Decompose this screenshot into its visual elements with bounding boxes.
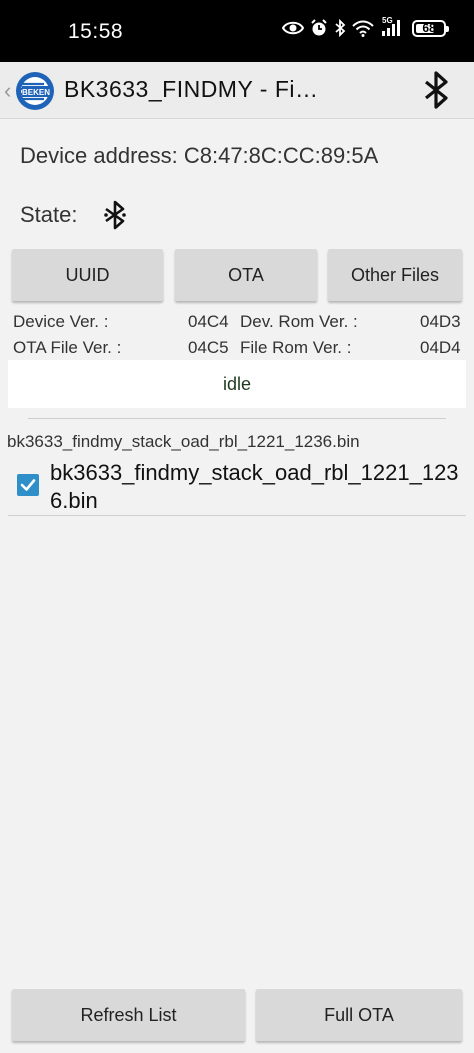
device-ver-value: 04C4	[188, 312, 229, 331]
network-label: 5G	[382, 16, 393, 25]
ota-button[interactable]: OTA	[175, 249, 317, 301]
device-ver-label: Device Ver. :	[13, 312, 109, 331]
svg-text:BEKEN: BEKEN	[22, 88, 50, 97]
device-address: Device address: C8:47:8C:CC:89:5A	[20, 143, 379, 168]
ota-file-ver-label: OTA File Ver. :	[13, 338, 122, 357]
file-rom-ver-label: File Rom Ver. :	[240, 338, 352, 357]
other-files-button[interactable]: Other Files	[328, 249, 462, 301]
full-ota-button[interactable]: Full OTA	[256, 989, 462, 1041]
bluetooth-state-icon	[102, 200, 128, 235]
ota-file-ver-value: 04C5	[188, 338, 229, 357]
dev-rom-ver-value: 04D3	[420, 312, 461, 331]
battery-icon: 68	[412, 19, 449, 37]
divider	[8, 515, 466, 516]
selected-file-header: bk3633_findmy_stack_oad_rbl_1221_1236.bi…	[7, 432, 360, 451]
uuid-button[interactable]: UUID	[12, 249, 163, 301]
file-checkbox[interactable]	[17, 474, 39, 496]
eye-icon	[282, 20, 304, 36]
refresh-list-button[interactable]: Refresh List	[12, 989, 245, 1041]
app-title: BK3633_FINDMY - Fi…	[64, 76, 319, 102]
bluetooth-icon	[334, 19, 346, 37]
wifi-icon	[352, 20, 374, 37]
status-bar: 15:58 5G 68	[0, 0, 474, 62]
file-name: bk3633_findmy_stack_oad_rbl_1221_1236.bi…	[50, 460, 459, 513]
status-icons: 5G 68	[282, 16, 449, 37]
back-chevron-icon[interactable]: ‹	[4, 78, 11, 104]
file-rom-ver-value: 04D4	[420, 338, 461, 357]
beken-logo: BEKEN	[14, 70, 56, 112]
signal-icon: 5G	[380, 16, 402, 37]
divider	[28, 418, 446, 419]
status-display: idle	[8, 360, 466, 408]
dev-rom-ver-label: Dev. Rom Ver. :	[240, 312, 358, 331]
alarm-icon	[310, 19, 328, 37]
battery-level: 68	[422, 20, 436, 35]
state-label: State:	[20, 202, 78, 227]
status-time: 15:58	[68, 20, 124, 43]
bluetooth-action-icon[interactable]	[422, 70, 452, 115]
app-bar: ‹ BEKEN BK3633_FINDMY - Fi…	[0, 62, 474, 119]
